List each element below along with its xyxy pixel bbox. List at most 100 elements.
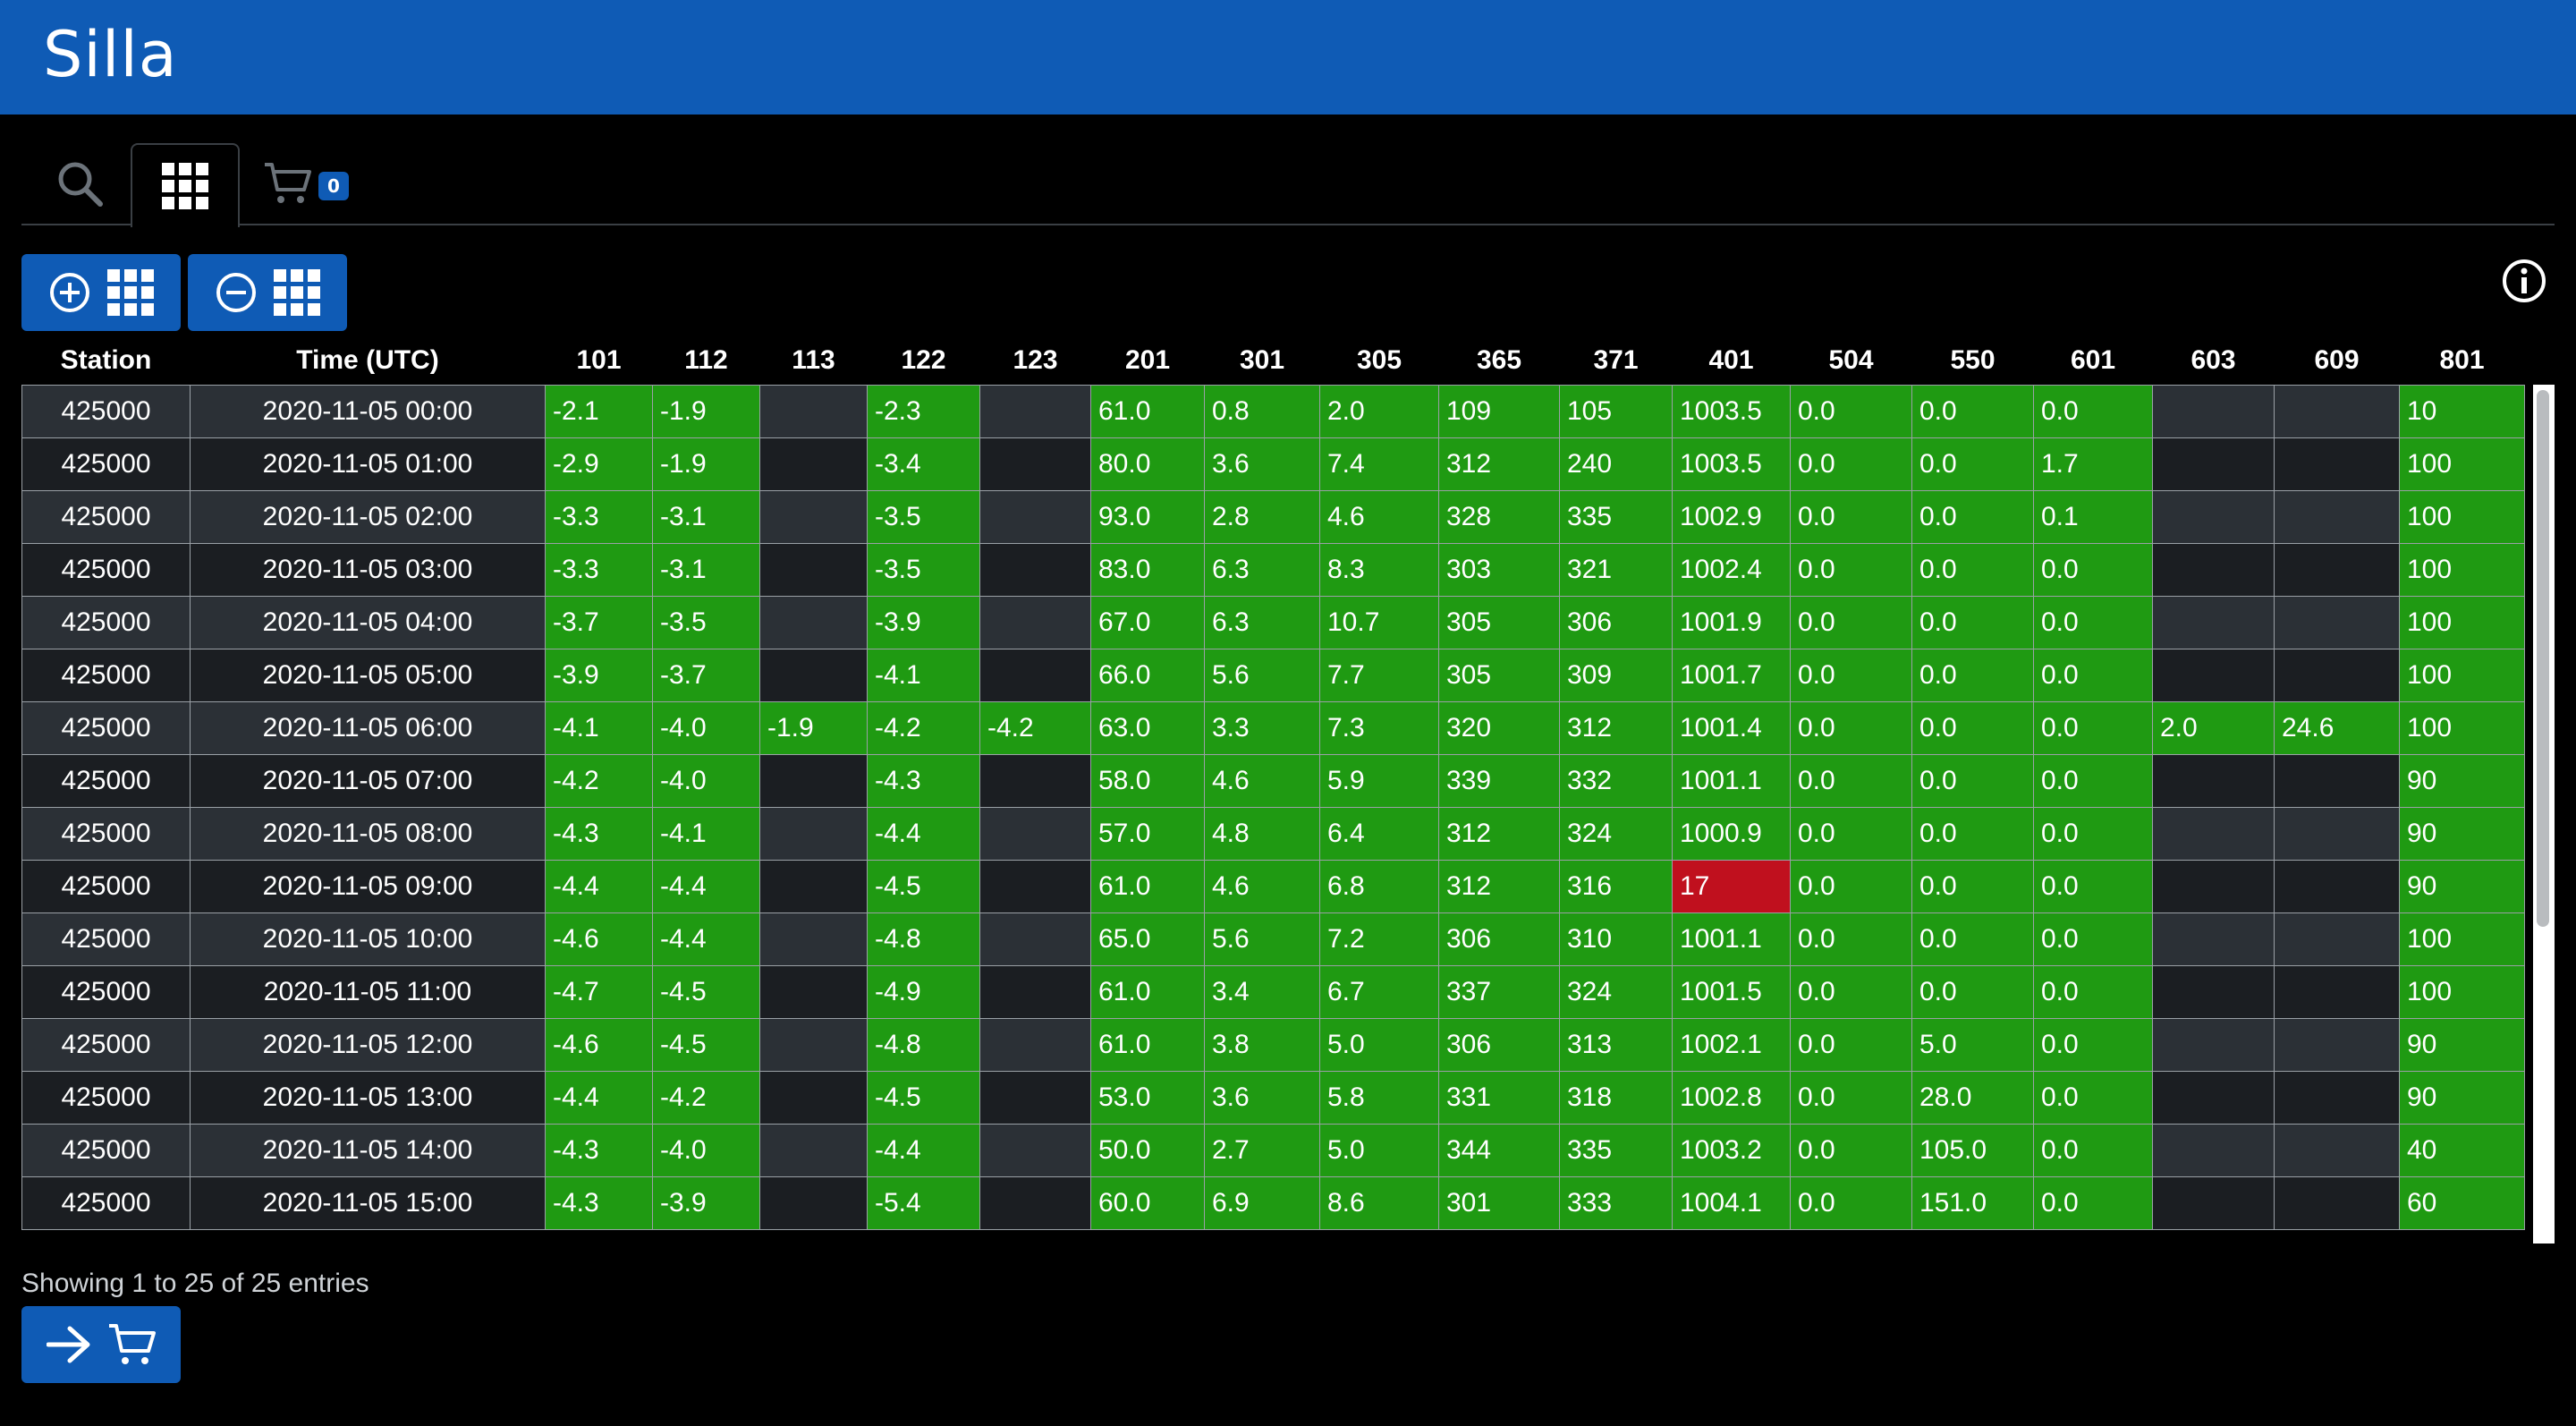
station-cell[interactable]: 425000 xyxy=(21,1124,191,1177)
empty-cell[interactable] xyxy=(979,754,1091,808)
station-cell[interactable]: 425000 xyxy=(21,1071,191,1125)
value-cell[interactable]: 0.0 xyxy=(1790,649,1912,702)
table-scrollbar-thumb[interactable] xyxy=(2537,390,2549,927)
value-cell[interactable]: 0.0 xyxy=(2033,860,2153,913)
value-cell[interactable]: 57.0 xyxy=(1090,807,1205,861)
value-cell[interactable]: 63.0 xyxy=(1090,701,1205,755)
value-cell[interactable]: 0.0 xyxy=(1790,437,1912,491)
time-cell[interactable]: 2020-11-05 11:00 xyxy=(190,965,546,1019)
value-cell[interactable]: 61.0 xyxy=(1090,385,1205,438)
column-header[interactable]: 601 xyxy=(2034,336,2153,386)
value-cell[interactable]: 4.6 xyxy=(1319,490,1439,544)
value-cell[interactable]: -3.3 xyxy=(545,543,653,597)
value-cell[interactable]: -4.4 xyxy=(867,807,980,861)
column-header[interactable]: 609 xyxy=(2275,336,2400,386)
time-cell[interactable]: 2020-11-05 08:00 xyxy=(190,807,546,861)
value-cell[interactable]: 0.0 xyxy=(1790,754,1912,808)
station-cell[interactable]: 425000 xyxy=(21,490,191,544)
value-cell[interactable]: 0.0 xyxy=(2033,754,2153,808)
value-cell[interactable]: 50.0 xyxy=(1090,1124,1205,1177)
value-cell[interactable]: 3.3 xyxy=(1204,701,1320,755)
value-cell[interactable]: 8.6 xyxy=(1319,1176,1439,1230)
value-cell[interactable]: 335 xyxy=(1559,1124,1673,1177)
value-cell[interactable]: -4.2 xyxy=(867,701,980,755)
value-cell[interactable]: 1001.9 xyxy=(1672,596,1791,649)
value-cell[interactable]: -4.5 xyxy=(867,1071,980,1125)
empty-cell[interactable] xyxy=(979,1124,1091,1177)
tab-cart[interactable]: 0 xyxy=(263,143,397,224)
value-cell[interactable]: -2.9 xyxy=(545,437,653,491)
table-row[interactable]: 425000 2020-11-05 11:00 -4.7 -4.5 -4.9 61.0 3.… xyxy=(21,965,2525,1019)
value-cell[interactable]: 0.0 xyxy=(1911,385,2034,438)
value-cell[interactable]: 1001.4 xyxy=(1672,701,1791,755)
value-cell[interactable]: 8.3 xyxy=(1319,543,1439,597)
value-cell[interactable]: 0.0 xyxy=(2033,543,2153,597)
value-cell[interactable]: 306 xyxy=(1438,1018,1560,1072)
value-cell[interactable]: 1002.9 xyxy=(1672,490,1791,544)
value-cell[interactable]: 310 xyxy=(1559,912,1673,966)
empty-cell[interactable] xyxy=(2152,543,2275,597)
value-cell[interactable]: 306 xyxy=(1438,912,1560,966)
value-cell[interactable]: 7.7 xyxy=(1319,649,1439,702)
column-header[interactable]: 301 xyxy=(1205,336,1320,386)
empty-cell[interactable] xyxy=(2152,1176,2275,1230)
value-cell[interactable]: 28.0 xyxy=(1911,1071,2034,1125)
empty-cell[interactable] xyxy=(979,912,1091,966)
empty-cell[interactable] xyxy=(2152,649,2275,702)
station-cell[interactable]: 425000 xyxy=(21,912,191,966)
value-cell[interactable]: 0.0 xyxy=(2033,912,2153,966)
value-cell[interactable]: 309 xyxy=(1559,649,1673,702)
value-cell[interactable]: 0.0 xyxy=(1911,701,2034,755)
value-cell[interactable]: 0.0 xyxy=(1911,754,2034,808)
value-cell[interactable]: 1003.2 xyxy=(1672,1124,1791,1177)
empty-cell[interactable] xyxy=(2152,437,2275,491)
value-cell[interactable]: 0.0 xyxy=(1911,596,2034,649)
value-cell[interactable]: 1.7 xyxy=(2033,437,2153,491)
empty-cell[interactable] xyxy=(979,385,1091,438)
table-row[interactable]: 425000 2020-11-05 14:00 -4.3 -4.0 -4.4 50.0 2.… xyxy=(21,1124,2525,1177)
value-cell[interactable]: 90 xyxy=(2399,807,2525,861)
empty-cell[interactable] xyxy=(759,649,868,702)
value-cell[interactable]: -4.4 xyxy=(867,1124,980,1177)
empty-cell[interactable] xyxy=(2152,490,2275,544)
value-cell[interactable]: 0.0 xyxy=(2033,1018,2153,1072)
value-cell[interactable]: -4.8 xyxy=(867,1018,980,1072)
column-header[interactable]: 305 xyxy=(1320,336,1439,386)
value-cell[interactable]: 0.0 xyxy=(1790,1071,1912,1125)
value-cell[interactable]: -4.4 xyxy=(652,860,760,913)
value-cell[interactable]: 303 xyxy=(1438,543,1560,597)
value-cell[interactable]: 1002.8 xyxy=(1672,1071,1791,1125)
time-cell[interactable]: 2020-11-05 13:00 xyxy=(190,1071,546,1125)
empty-cell[interactable] xyxy=(759,1124,868,1177)
value-cell[interactable]: 4.6 xyxy=(1204,860,1320,913)
empty-cell[interactable] xyxy=(2152,754,2275,808)
table-row[interactable]: 425000 2020-11-05 08:00 -4.3 -4.1 -4.4 57.0 4.… xyxy=(21,807,2525,861)
value-cell[interactable]: 312 xyxy=(1438,807,1560,861)
value-cell[interactable]: 1002.4 xyxy=(1672,543,1791,597)
empty-cell[interactable] xyxy=(2152,1124,2275,1177)
value-cell[interactable]: 60 xyxy=(2399,1176,2525,1230)
value-cell[interactable]: 4.8 xyxy=(1204,807,1320,861)
table-row[interactable]: 425000 2020-11-05 04:00 -3.7 -3.5 -3.9 67.0 6.… xyxy=(21,596,2525,649)
value-cell[interactable]: -3.3 xyxy=(545,490,653,544)
time-cell[interactable]: 2020-11-05 15:00 xyxy=(190,1176,546,1230)
value-cell[interactable]: 7.2 xyxy=(1319,912,1439,966)
value-cell[interactable]: 332 xyxy=(1559,754,1673,808)
value-cell[interactable]: 320 xyxy=(1438,701,1560,755)
empty-cell[interactable] xyxy=(979,649,1091,702)
time-cell[interactable]: 2020-11-05 12:00 xyxy=(190,1018,546,1072)
empty-cell[interactable] xyxy=(759,596,868,649)
empty-cell[interactable] xyxy=(2152,1018,2275,1072)
time-cell[interactable]: 2020-11-05 10:00 xyxy=(190,912,546,966)
empty-cell[interactable] xyxy=(979,1071,1091,1125)
empty-cell[interactable] xyxy=(2274,754,2400,808)
value-cell[interactable]: 105.0 xyxy=(1911,1124,2034,1177)
value-cell[interactable]: 0.0 xyxy=(1911,437,2034,491)
add-to-cart-button[interactable] xyxy=(21,1306,181,1383)
value-cell[interactable]: 65.0 xyxy=(1090,912,1205,966)
remove-grid-button[interactable] xyxy=(188,254,347,331)
value-cell[interactable]: -4.4 xyxy=(545,1071,653,1125)
value-cell[interactable]: 0.0 xyxy=(1911,807,2034,861)
value-cell[interactable]: 61.0 xyxy=(1090,1018,1205,1072)
value-cell[interactable]: 344 xyxy=(1438,1124,1560,1177)
